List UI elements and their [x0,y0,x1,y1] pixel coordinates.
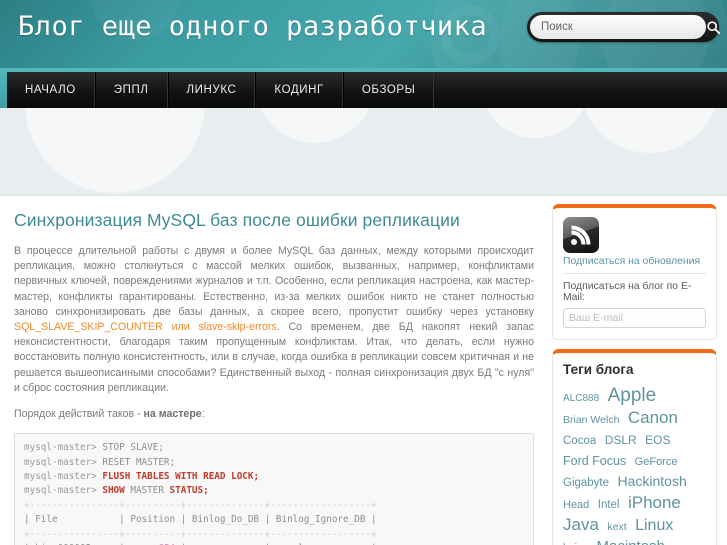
banner-strip [0,108,727,196]
tag-link[interactable]: DSLR [605,433,637,447]
post-para1-text-a: В процессе длительной работы с двумя и б… [14,245,534,318]
tag-link[interactable]: Apple [608,385,657,406]
sidebar: Подписаться на обновления Подписаться на… [548,196,727,545]
rss-row: Подписаться на обновления [563,217,706,273]
search-icon [706,20,721,35]
search-input[interactable] [530,15,706,39]
tag-link[interactable]: iPhone [628,493,681,512]
main-navigation: НАЧАЛО ЭППЛ ЛИНУКС КОДИНГ ОБЗОРЫ [7,72,727,108]
post-content: Синхронизация MySQL баз после ошибки реп… [0,196,548,545]
tag-link[interactable]: Linux [635,517,673,534]
rss-icon[interactable] [563,217,599,253]
tag-cloud: ALC888 Apple Brian Welch Canon Cocoa DSL… [563,386,706,545]
email-field[interactable] [563,308,706,328]
search-button[interactable] [706,15,721,39]
nav-item-koding[interactable]: КОДИНГ [255,72,343,108]
tag-link[interactable]: Ford Focus [563,454,626,468]
banner-decoration-circle [480,108,590,138]
banner-decoration-circle [580,108,720,153]
tags-widget: Теги блога ALC888 Apple Brian Welch Cano… [552,349,717,545]
nav-item-obzory[interactable]: ОБЗОРЫ [342,72,435,108]
tag-link[interactable]: Canon [628,408,678,427]
tag-link[interactable]: Hackintosh [617,473,686,489]
banner-decoration-circle [25,108,205,193]
tag-link[interactable]: Cocoa [563,435,596,447]
tag-link[interactable]: Macintosh [597,538,665,545]
email-subscribe-label: Подписаться на блог по E-Mail: [563,281,692,303]
rss-subscribe-widget: Подписаться на обновления Подписаться на… [552,204,717,340]
site-header: Блог еще одного разработчика [0,0,727,68]
code-block: mysql-master> STOP SLAVE; mysql-master> … [14,433,534,545]
page-body: Синхронизация MySQL баз после ошибки реп… [0,196,727,545]
post-para2-text-b: : [201,408,205,421]
search-box[interactable] [527,12,721,42]
post-paragraph-2: Порядок действий таков - на мастере: [14,407,534,422]
page-title: Синхронизация MySQL баз после ошибки реп… [14,210,460,230]
nav-item-nachalo[interactable]: НАЧАЛО [7,72,95,108]
nav-bar-container: НАЧАЛО ЭППЛ ЛИНУКС КОДИНГ ОБЗОРЫ [0,68,727,108]
tag-link[interactable]: ALC888 [563,393,599,404]
tag-link[interactable]: Intel [598,499,620,511]
tag-link[interactable]: EOS [645,433,670,447]
sql-slave-skip-counter-link[interactable]: SQL_SLAVE_SKIP_COUNTER или slave-skip-er… [14,321,277,333]
rss-subscribe-link[interactable]: Подписаться на обновления [563,256,700,267]
site-title: Блог еще одного разработчика [18,11,488,42]
tag-link[interactable]: kext [607,521,626,533]
post-paragraph-1: В процессе длительной работы с двумя и б… [14,244,534,396]
tag-link[interactable]: Java [563,515,599,534]
banner-decoration-circle [255,108,375,143]
tag-link[interactable]: Brian Welch [563,414,619,426]
tag-link[interactable]: GeForce [635,456,678,468]
tag-link[interactable]: Gigabyte [563,477,609,489]
post-para2-text-a: Порядок действий таков - [14,408,144,421]
divider [563,273,706,274]
nav-item-linux[interactable]: ЛИНУКС [167,72,256,108]
tag-link[interactable]: Head [563,499,589,511]
nav-item-eppl[interactable]: ЭППЛ [94,72,168,108]
post-para2-bold: на мастере [143,408,202,421]
tags-widget-title: Теги блога [563,362,634,377]
